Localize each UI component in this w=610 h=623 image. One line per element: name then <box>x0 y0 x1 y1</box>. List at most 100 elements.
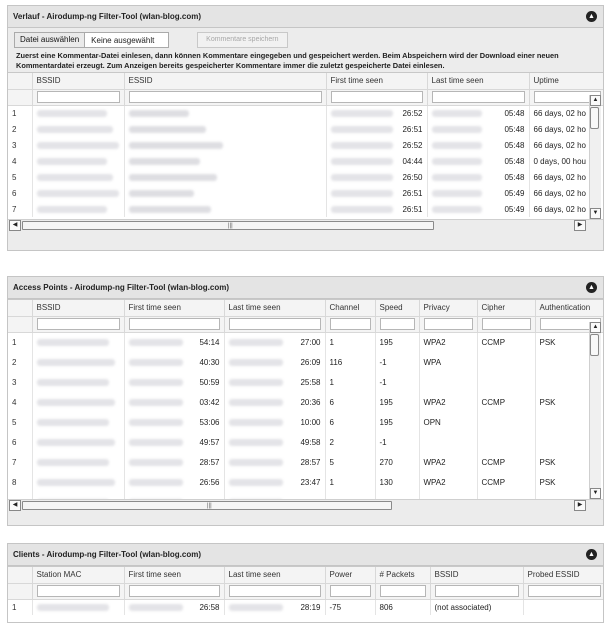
col-header-power[interactable]: Power <box>325 567 375 583</box>
col-header-packets[interactable]: # Packets <box>375 567 430 583</box>
access-points-horizontal-scroll-thumb[interactable]: ||| <box>22 501 392 510</box>
table-row[interactable]: 918:2218:2236-1WPA <box>8 492 603 499</box>
filter-input-essid[interactable] <box>129 91 322 103</box>
filter-input-first-seen[interactable] <box>129 318 220 330</box>
arrow-up-icon[interactable]: ▲ <box>590 322 601 333</box>
grip-icon: ||| <box>228 223 233 229</box>
filter-input-station-mac[interactable] <box>37 585 120 597</box>
table-row[interactable]: 403:4220:366195WPA2CCMPPSK <box>8 392 603 412</box>
filter-input-first-seen[interactable] <box>331 91 423 103</box>
filter-cell-first-seen <box>326 89 427 105</box>
filter-input-speed[interactable] <box>380 318 415 330</box>
col-header-bssid[interactable]: BSSID <box>430 567 523 583</box>
col-header-uptime[interactable]: Uptime <box>529 73 603 89</box>
time-value: 28:19 <box>300 603 320 612</box>
redacted-value <box>37 339 109 346</box>
collapse-icon[interactable]: ▲ <box>586 11 597 22</box>
filter-input-channel[interactable] <box>330 318 371 330</box>
filter-input-first-seen[interactable] <box>129 585 220 597</box>
arrow-down-icon[interactable]: ▼ <box>590 208 601 219</box>
essid-cell <box>124 137 326 153</box>
file-picker[interactable]: Datei auswählen Keine ausgewählt <box>14 32 169 48</box>
filter-input-last-seen[interactable] <box>229 318 321 330</box>
cipher-cell: CCMP <box>477 452 535 472</box>
col-header-cipher[interactable]: Cipher <box>477 300 535 316</box>
filter-input-probed-essid[interactable] <box>528 585 601 597</box>
table-row[interactable]: 626:5105:4966 days, 02 ho <box>8 185 603 201</box>
table-row[interactable]: 240:3026:09116-1WPA <box>8 352 603 372</box>
arrow-left-icon[interactable]: ◀ <box>9 500 21 511</box>
verlauf-horizontal-scrollbar[interactable]: ◀ ||| ▶ <box>8 219 603 231</box>
filter-input-last-seen[interactable] <box>229 585 321 597</box>
filter-cell-last-seen <box>224 583 325 599</box>
row-index: 3 <box>8 372 32 392</box>
time-value: 27:00 <box>300 338 320 347</box>
timestamp: 49:57 <box>129 438 220 447</box>
col-header-essid[interactable]: ESSID <box>124 73 326 89</box>
access-points-horizontal-scrollbar[interactable]: ◀ ||| ▶ <box>8 499 603 511</box>
cipher-cell <box>477 352 535 372</box>
file-choose-button[interactable]: Datei auswählen <box>15 33 85 47</box>
table-row[interactable]: 326:5205:4866 days, 02 ho <box>8 137 603 153</box>
timestamp: 23:47 <box>229 478 321 487</box>
filter-input-last-seen[interactable] <box>432 91 525 103</box>
col-header-privacy[interactable]: Privacy <box>419 300 477 316</box>
table-row[interactable]: 726:5105:4966 days, 02 ho <box>8 201 603 217</box>
arrow-up-icon[interactable]: ▲ <box>590 95 601 106</box>
table-row[interactable]: 826:5623:471130WPA2CCMPPSK <box>8 472 603 492</box>
filter-input-privacy[interactable] <box>424 318 473 330</box>
col-header-bssid[interactable]: BSSID <box>32 73 124 89</box>
filter-cell-bssid <box>430 583 523 599</box>
arrow-right-icon[interactable]: ▶ <box>574 500 586 511</box>
verlauf-toolbar: Datei auswählen Keine ausgewählt Komment… <box>8 28 603 48</box>
privacy-cell <box>419 432 477 452</box>
redacted-date <box>331 126 393 133</box>
arrow-right-icon[interactable]: ▶ <box>574 220 586 231</box>
verlauf-vertical-scroll-thumb[interactable] <box>590 107 599 129</box>
access-points-vertical-scrollbar[interactable]: ▲ ▼ <box>589 322 601 499</box>
timestamp: 05:48 <box>432 157 525 166</box>
col-header-channel[interactable]: Channel <box>325 300 375 316</box>
row-index: 9 <box>8 492 32 499</box>
filter-input-bssid[interactable] <box>435 585 519 597</box>
col-header-speed[interactable]: Speed <box>375 300 419 316</box>
verlauf-horizontal-scroll-thumb[interactable]: ||| <box>22 221 434 230</box>
filter-input-packets[interactable] <box>380 585 426 597</box>
col-header-last-seen[interactable]: Last time seen <box>224 300 325 316</box>
col-header-first-seen[interactable]: First time seen <box>326 73 427 89</box>
arrow-left-icon[interactable]: ◀ <box>9 220 21 231</box>
table-row[interactable]: 553:0610:006195OPN <box>8 412 603 432</box>
table-row[interactable]: 728:5728:575270WPA2CCMPPSK <box>8 452 603 472</box>
col-header-last-seen[interactable]: Last time seen <box>427 73 529 89</box>
table-row[interactable]: 126:5205:4866 days, 02 ho <box>8 105 603 121</box>
col-header-probed-essid[interactable]: Probed ESSID <box>523 567 603 583</box>
col-header-station-mac[interactable]: Station MAC <box>32 567 124 583</box>
access-points-panel: Access Points - Airodump-ng Filter-Tool … <box>7 276 604 526</box>
timestamp: 27:00 <box>229 338 321 347</box>
col-header-last-seen[interactable]: Last time seen <box>224 567 325 583</box>
filter-input-cipher[interactable] <box>482 318 531 330</box>
col-header-bssid[interactable]: BSSID <box>32 300 124 316</box>
verlauf-vertical-scrollbar[interactable]: ▲ ▼ <box>589 95 601 219</box>
col-header-first-seen[interactable]: First time seen <box>124 567 224 583</box>
filter-input-bssid[interactable] <box>37 318 120 330</box>
filter-cell-station-mac <box>32 583 124 599</box>
filter-input-bssid[interactable] <box>37 91 120 103</box>
filter-input-power[interactable] <box>330 585 371 597</box>
arrow-down-icon[interactable]: ▼ <box>590 488 601 499</box>
table-row[interactable]: 649:5749:582-1 <box>8 432 603 452</box>
table-row[interactable]: 526:5005:4866 days, 02 ho <box>8 169 603 185</box>
table-row[interactable]: 404:4405:480 days, 00 hou <box>8 153 603 169</box>
access-points-vertical-scroll-thumb[interactable] <box>590 334 599 356</box>
redacted-value <box>37 126 113 133</box>
timestamp: 26:51 <box>331 205 423 214</box>
table-row[interactable]: 350:5925:581-1 <box>8 372 603 392</box>
col-header-first-seen[interactable]: First time seen <box>124 300 224 316</box>
table-row[interactable]: 154:1427:001195WPA2CCMPPSK <box>8 332 603 352</box>
collapse-icon[interactable]: ▲ <box>586 549 597 560</box>
time-value: 05:49 <box>504 205 524 214</box>
col-header-authentication[interactable]: Authentication <box>535 300 603 316</box>
collapse-icon[interactable]: ▲ <box>586 282 597 293</box>
table-row[interactable]: 126:5828:19-75806(not associated) <box>8 599 603 615</box>
table-row[interactable]: 226:5105:4866 days, 02 ho <box>8 121 603 137</box>
